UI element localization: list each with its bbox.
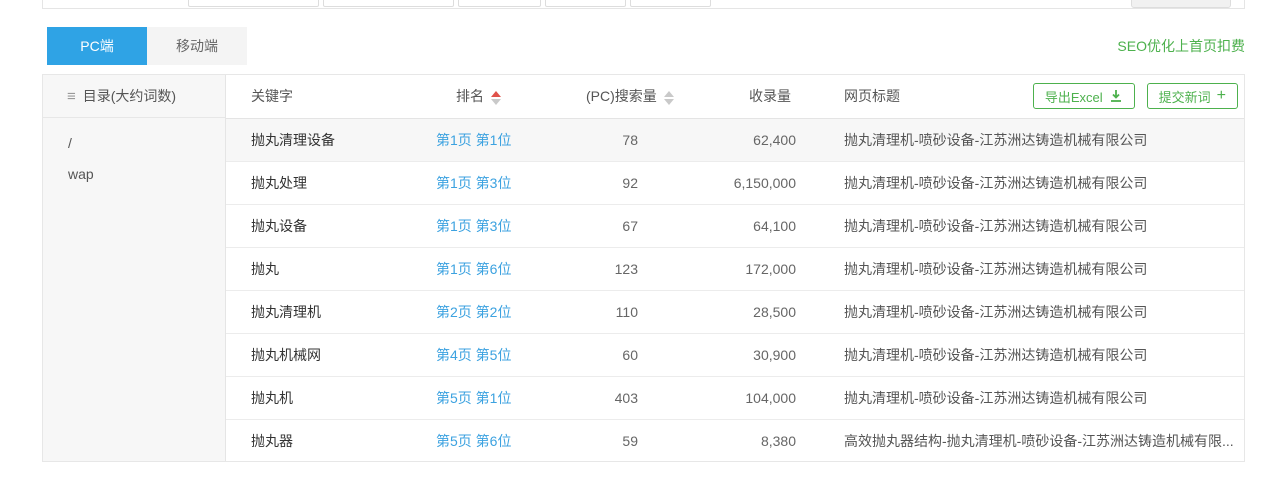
search-volume-cell: 60 — [586, 333, 706, 376]
search-volume-cell: 78 — [586, 118, 706, 161]
rank-cell: 第1页 第6位 — [436, 247, 586, 290]
rank-cell: 第1页 第3位 — [436, 161, 586, 204]
page-title-cell: 抛丸清理机-喷砂设备-江苏洲达铸造机械有限公司 — [806, 290, 1244, 333]
table-row: 抛丸清理设备 第1页 第1位 78 62,400 抛丸清理机-喷砂设备-江苏洲达… — [226, 118, 1244, 161]
rank-cell: 第4页 第5位 — [436, 333, 586, 376]
search-volume-cell: 92 — [586, 161, 706, 204]
plus-icon: + — [1217, 88, 1226, 104]
submit-new-words-button[interactable]: 提交新词 + — [1147, 83, 1238, 109]
list-icon: ≡ — [67, 88, 76, 105]
keyword-cell: 抛丸清理设备 — [226, 118, 436, 161]
index-count-cell: 30,900 — [706, 333, 806, 376]
keyword-cell: 抛丸清理机 — [226, 290, 436, 333]
rank-link[interactable]: 第5页 第6位 — [436, 433, 511, 449]
table-row: 抛丸设备 第1页 第3位 67 64,100 抛丸清理机-喷砂设备-江苏洲达铸造… — [226, 204, 1244, 247]
column-header-page-title: 网页标题 导出Excel 提交新词 + — [806, 75, 1244, 118]
page-title-cell: 高效抛丸器结构-抛丸清理机-喷砂设备-江苏洲达铸造机械有限... — [806, 419, 1244, 462]
filter-input[interactable] — [630, 0, 711, 7]
download-icon — [1109, 89, 1123, 103]
filter-input[interactable] — [458, 0, 541, 7]
tab-mobile[interactable]: 移动端 — [147, 27, 247, 65]
keyword-panel: ≡ 目录(大约词数) / wap 关键字 排名 (PC)搜索量 收录量 — [42, 74, 1245, 462]
keyword-cell: 抛丸设备 — [226, 204, 436, 247]
sidebar-title: 目录(大约词数) — [83, 86, 176, 106]
search-volume-cell: 123 — [586, 247, 706, 290]
index-count-cell: 28,500 — [706, 290, 806, 333]
column-header-rank[interactable]: 排名 — [436, 75, 586, 118]
table-row: 抛丸器 第5页 第6位 59 8,380 高效抛丸器结构-抛丸清理机-喷砂设备-… — [226, 419, 1244, 462]
rank-link[interactable]: 第5页 第1位 — [436, 390, 511, 406]
page-title-cell: 抛丸清理机-喷砂设备-江苏洲达铸造机械有限公司 — [806, 118, 1244, 161]
rank-cell: 第1页 第1位 — [436, 118, 586, 161]
keyword-table-area: 关键字 排名 (PC)搜索量 收录量 网页标题 导出Excel — [226, 75, 1244, 461]
page-title-cell: 抛丸清理机-喷砂设备-江苏洲达铸造机械有限公司 — [806, 204, 1244, 247]
page-title-cell: 抛丸清理机-喷砂设备-江苏洲达铸造机械有限公司 — [806, 161, 1244, 204]
search-volume-cell: 67 — [586, 204, 706, 247]
table-row: 抛丸机 第5页 第1位 403 104,000 抛丸清理机-喷砂设备-江苏洲达铸… — [226, 376, 1244, 419]
sidebar-item-wap[interactable]: wap — [43, 159, 225, 190]
table-row: 抛丸 第1页 第6位 123 172,000 抛丸清理机-喷砂设备-江苏洲达铸造… — [226, 247, 1244, 290]
sort-icon-search-volume[interactable] — [664, 91, 674, 105]
rank-cell: 第2页 第2位 — [436, 290, 586, 333]
rank-link[interactable]: 第1页 第6位 — [436, 261, 511, 277]
export-excel-button[interactable]: 导出Excel — [1033, 83, 1135, 109]
table-row: 抛丸机械网 第4页 第5位 60 30,900 抛丸清理机-喷砂设备-江苏洲达铸… — [226, 333, 1244, 376]
filter-input[interactable] — [188, 0, 319, 7]
rank-link[interactable]: 第2页 第2位 — [436, 304, 511, 320]
index-count-cell: 62,400 — [706, 118, 806, 161]
seo-fee-link[interactable]: SEO优化上首页扣费 — [1117, 36, 1245, 56]
page-title-cell: 抛丸清理机-喷砂设备-江苏洲达铸造机械有限公司 — [806, 247, 1244, 290]
device-tabs: PC端 移动端 SEO优化上首页扣费 — [47, 27, 1245, 65]
rank-link[interactable]: 第1页 第3位 — [436, 175, 511, 191]
keyword-table: 关键字 排名 (PC)搜索量 收录量 网页标题 导出Excel — [226, 75, 1244, 462]
keyword-cell: 抛丸机 — [226, 376, 436, 419]
keyword-cell: 抛丸 — [226, 247, 436, 290]
tab-pc[interactable]: PC端 — [47, 27, 147, 65]
rank-link[interactable]: 第4页 第5位 — [436, 347, 511, 363]
search-volume-cell: 110 — [586, 290, 706, 333]
sort-icon-rank[interactable] — [491, 91, 501, 105]
sidebar-item-root[interactable]: / — [43, 128, 225, 159]
directory-sidebar: ≡ 目录(大约词数) / wap — [43, 75, 226, 461]
index-count-cell: 6,150,000 — [706, 161, 806, 204]
column-header-keyword: 关键字 — [226, 75, 436, 118]
keyword-cell: 抛丸器 — [226, 419, 436, 462]
index-count-cell: 172,000 — [706, 247, 806, 290]
rank-link[interactable]: 第1页 第1位 — [436, 132, 511, 148]
page-title-cell: 抛丸清理机-喷砂设备-江苏洲达铸造机械有限公司 — [806, 376, 1244, 419]
index-count-cell: 8,380 — [706, 419, 806, 462]
filter-input[interactable] — [545, 0, 626, 7]
rank-cell: 第1页 第3位 — [436, 204, 586, 247]
keyword-cell: 抛丸处理 — [226, 161, 436, 204]
table-row: 抛丸处理 第1页 第3位 92 6,150,000 抛丸清理机-喷砂设备-江苏洲… — [226, 161, 1244, 204]
column-header-index-count: 收录量 — [706, 75, 806, 118]
rank-cell: 第5页 第6位 — [436, 419, 586, 462]
search-volume-cell: 59 — [586, 419, 706, 462]
page-title-cell: 抛丸清理机-喷砂设备-江苏洲达铸造机械有限公司 — [806, 333, 1244, 376]
sidebar-items: / wap — [43, 118, 225, 190]
search-volume-cell: 403 — [586, 376, 706, 419]
filter-button[interactable] — [1131, 0, 1231, 8]
rank-cell: 第5页 第1位 — [436, 376, 586, 419]
keyword-cell: 抛丸机械网 — [226, 333, 436, 376]
index-count-cell: 104,000 — [706, 376, 806, 419]
filter-bar-cutoff — [42, 0, 1245, 9]
table-body: 抛丸清理设备 第1页 第1位 78 62,400 抛丸清理机-喷砂设备-江苏洲达… — [226, 118, 1244, 462]
column-header-search-volume[interactable]: (PC)搜索量 — [586, 75, 706, 118]
index-count-cell: 64,100 — [706, 204, 806, 247]
filter-input[interactable] — [323, 0, 454, 7]
rank-link[interactable]: 第1页 第3位 — [436, 218, 511, 234]
table-row: 抛丸清理机 第2页 第2位 110 28,500 抛丸清理机-喷砂设备-江苏洲达… — [226, 290, 1244, 333]
sidebar-header: ≡ 目录(大约词数) — [43, 75, 225, 118]
header-buttons: 导出Excel 提交新词 + — [1033, 83, 1238, 109]
